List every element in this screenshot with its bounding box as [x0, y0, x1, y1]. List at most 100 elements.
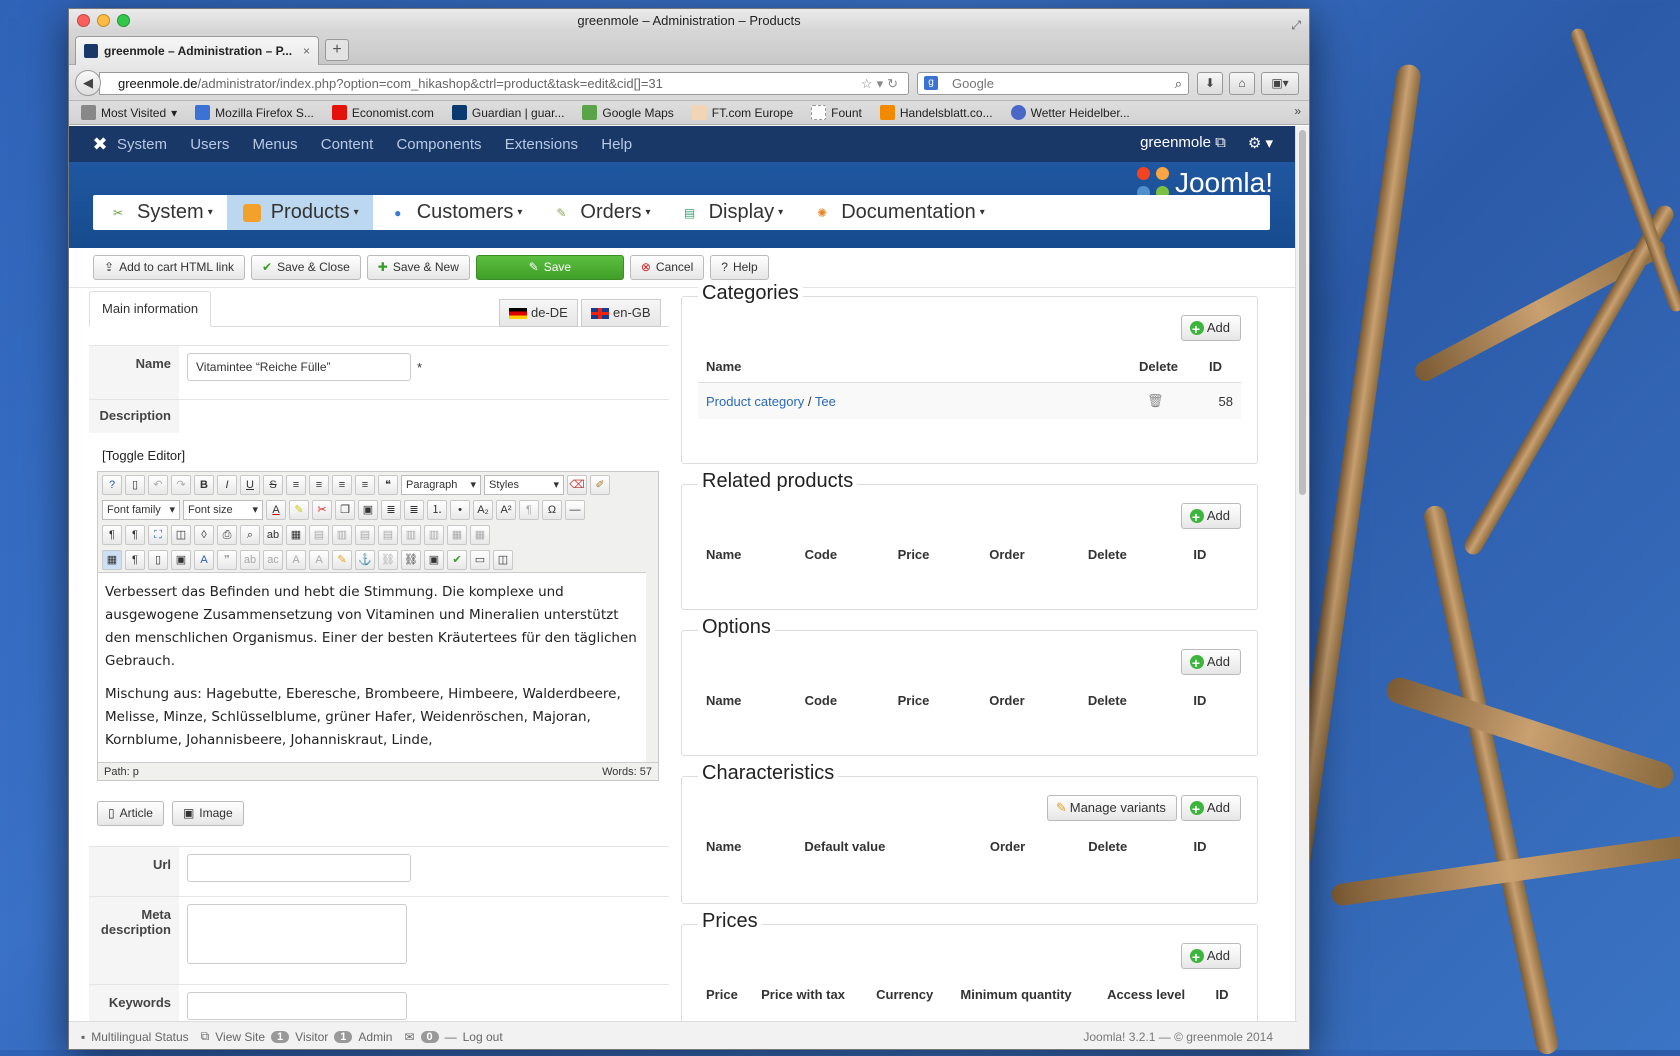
- show-blocks-icon[interactable]: ¶: [125, 549, 145, 570]
- split-cells-icon[interactable]: ▦: [447, 524, 467, 545]
- bookmark-item[interactable]: Guardian | guar...: [451, 105, 564, 120]
- unlink-icon[interactable]: ⛓: [378, 549, 398, 570]
- gear-icon[interactable]: ⚙ ▾: [1248, 134, 1273, 152]
- hika-nav-orders[interactable]: ✎ Orders ▾: [536, 195, 664, 230]
- acronym-icon[interactable]: ac: [263, 549, 283, 570]
- magnifier-icon[interactable]: ⌕: [1175, 73, 1182, 94]
- window-close-button[interactable]: [77, 14, 90, 27]
- table-icon[interactable]: ▦: [286, 524, 306, 545]
- bold-icon[interactable]: B: [194, 474, 214, 495]
- window-zoom-button[interactable]: [117, 14, 130, 27]
- bookmark-item[interactable]: Google Maps: [582, 105, 674, 120]
- hika-nav-system[interactable]: ✂ System ▾: [93, 195, 227, 230]
- help-button[interactable]: ? Help: [710, 255, 769, 280]
- page-scrollbar[interactable]: [1295, 126, 1309, 1049]
- hika-nav-display[interactable]: ▤ Display ▾: [665, 195, 798, 230]
- strikethrough-icon[interactable]: S: [263, 474, 283, 495]
- multilingual-status-link[interactable]: Multilingual Status: [91, 1030, 188, 1044]
- browser-tab-active[interactable]: greenmole – Administration – P... ×: [75, 36, 319, 65]
- print-icon[interactable]: ⎙: [217, 524, 237, 545]
- keywords-input[interactable]: [187, 992, 407, 1020]
- font-size-select[interactable]: Font size ▾: [183, 499, 263, 520]
- tab-close-icon[interactable]: ×: [303, 44, 310, 58]
- hika-nav-customers[interactable]: ● Customers ▾: [373, 195, 537, 230]
- pagebreak-icon[interactable]: ▭: [470, 549, 490, 570]
- hika-nav-documentation[interactable]: ✺ Documentation ▾: [797, 195, 999, 230]
- anchor-icon[interactable]: ⚓: [355, 549, 375, 570]
- sidebar-icon[interactable]: ▣▾: [1261, 72, 1299, 95]
- lang-tab-en[interactable]: en-GB: [581, 299, 661, 327]
- unordered-list-icon[interactable]: •: [450, 499, 470, 520]
- merge-cells-icon[interactable]: ▦: [470, 524, 490, 545]
- italic-icon[interactable]: I: [217, 474, 237, 495]
- bookmark-item[interactable]: Wetter Heidelber...: [1010, 105, 1130, 120]
- manage-variants-button[interactable]: ✎ Manage variants: [1046, 795, 1177, 821]
- bookmark-item[interactable]: Fount: [811, 105, 862, 120]
- styles-select[interactable]: Styles ▾: [484, 474, 564, 495]
- abbr-icon[interactable]: ab: [240, 549, 260, 570]
- add-related-button[interactable]: Add: [1180, 503, 1241, 529]
- tab-main-information[interactable]: Main information: [89, 291, 212, 327]
- align-right-icon[interactable]: ≡: [355, 474, 375, 495]
- add-to-cart-link-button[interactable]: ⇪ Add to cart HTML link: [93, 255, 245, 280]
- blockquote-icon[interactable]: ❝: [378, 474, 398, 495]
- eraser-icon[interactable]: ⌫: [567, 474, 587, 495]
- admin-menu-content[interactable]: Content: [321, 136, 374, 153]
- add-option-button[interactable]: Add: [1180, 649, 1241, 675]
- align-justify-icon[interactable]: ≡: [286, 474, 306, 495]
- spellcheck-icon[interactable]: ✔: [447, 549, 467, 570]
- save-new-button[interactable]: ✚ Save & New: [366, 255, 470, 280]
- omega-icon[interactable]: Ω: [542, 499, 562, 520]
- cleanup-icon[interactable]: ✐: [590, 474, 610, 495]
- image-icon[interactable]: ▣: [424, 549, 444, 570]
- admin-menu-system[interactable]: System: [117, 136, 167, 153]
- home-icon[interactable]: ⌂: [1229, 72, 1255, 95]
- ltr-icon[interactable]: ¶: [102, 524, 122, 545]
- code-icon[interactable]: ◊: [194, 524, 214, 545]
- help-icon[interactable]: ?: [102, 474, 122, 495]
- bookmark-item[interactable]: Most Visited ▾: [81, 105, 177, 120]
- name-input[interactable]: Vitamintee “Reiche Fülle”: [187, 353, 411, 381]
- align-left-icon[interactable]: ≡: [332, 474, 352, 495]
- scrollbar-thumb[interactable]: [1299, 130, 1306, 495]
- undo-icon[interactable]: ↶: [148, 474, 168, 495]
- row-props-icon[interactable]: ▤: [309, 524, 329, 545]
- admin-menu-help[interactable]: Help: [601, 136, 632, 153]
- highlight-icon[interactable]: ✎: [289, 499, 309, 520]
- cancel-button[interactable]: ⊗ Cancel: [629, 255, 705, 280]
- user-link[interactable]: greenmole ⧉: [1140, 134, 1226, 152]
- template-icon[interactable]: ▯: [148, 549, 168, 570]
- meta-description-input[interactable]: [187, 904, 407, 964]
- insert-row-icon[interactable]: ▤: [355, 524, 375, 545]
- copy-icon[interactable]: ❐: [335, 499, 355, 520]
- styleprops-icon[interactable]: A: [194, 549, 214, 570]
- google-icon[interactable]: g: [924, 76, 938, 90]
- ins-icon[interactable]: A: [309, 549, 329, 570]
- admin-menu-components[interactable]: Components: [396, 136, 481, 153]
- save-button[interactable]: ✎ Save: [475, 255, 624, 280]
- article-button[interactable]: ▯ Article: [97, 801, 164, 826]
- back-button[interactable]: ◀: [75, 70, 101, 96]
- save-close-button[interactable]: ✔ Save & Close: [251, 255, 361, 280]
- search-input[interactable]: g Google ⌕: [917, 72, 1189, 95]
- find-icon[interactable]: ⌕: [240, 524, 260, 545]
- attributes-icon[interactable]: ✎: [332, 549, 352, 570]
- horizontal-rule-icon[interactable]: —: [565, 499, 585, 520]
- subscript-icon[interactable]: A₂: [473, 499, 493, 520]
- delete-col-icon[interactable]: ▥: [424, 524, 444, 545]
- add-characteristic-button[interactable]: Add: [1180, 795, 1241, 821]
- cite-icon[interactable]: ❞: [217, 549, 237, 570]
- replace-icon[interactable]: ab: [263, 524, 283, 545]
- add-category-button[interactable]: Add: [1180, 315, 1241, 341]
- joomla-icon[interactable]: ✖: [83, 134, 117, 155]
- superscript-icon[interactable]: A²: [496, 499, 516, 520]
- bookmark-item[interactable]: Mozilla Firefox S...: [195, 105, 314, 120]
- new-tab-button[interactable]: +: [325, 39, 349, 61]
- redo-icon[interactable]: ↷: [171, 474, 191, 495]
- paste-icon[interactable]: ▣: [358, 499, 378, 520]
- bookmark-item[interactable]: Handelsblatt.co...: [879, 105, 993, 120]
- text-color-icon[interactable]: A: [266, 499, 286, 520]
- view-site-link[interactable]: View Site: [215, 1030, 265, 1044]
- bookmarks-overflow-icon[interactable]: »: [1294, 104, 1301, 118]
- lang-tab-de[interactable]: de-DE: [499, 299, 578, 327]
